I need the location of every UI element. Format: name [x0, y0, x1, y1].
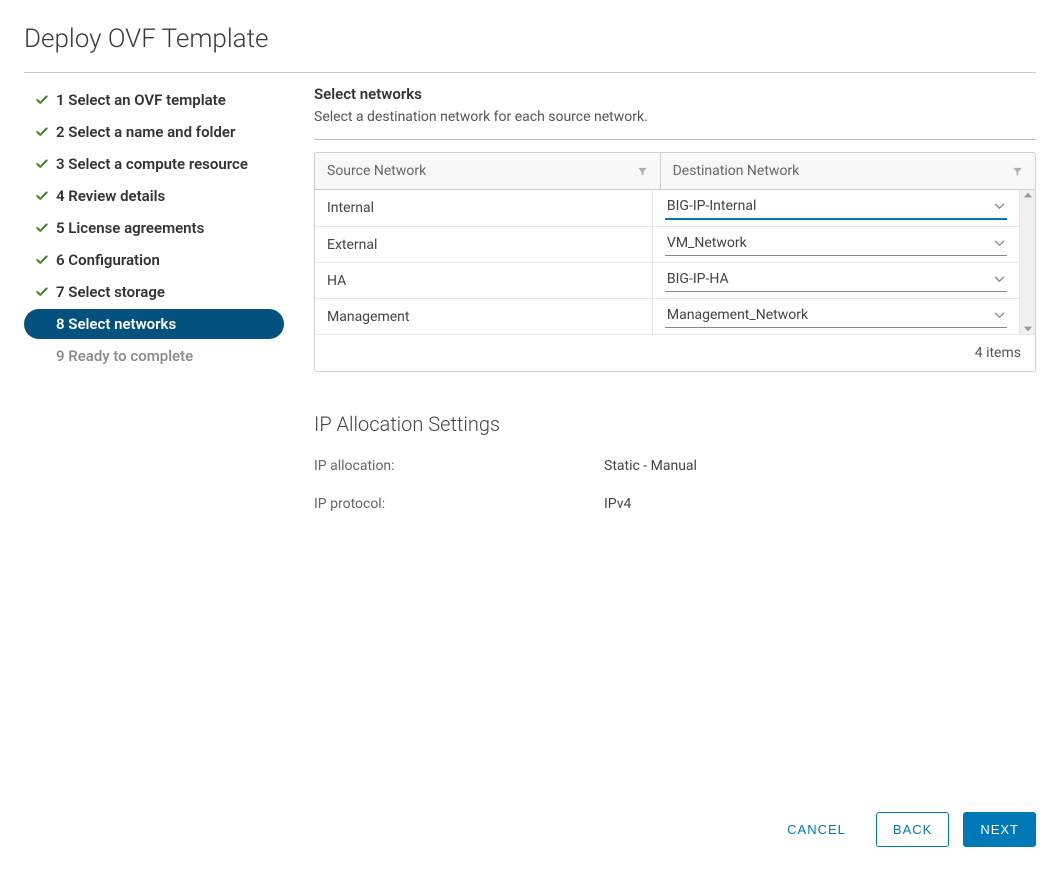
divider	[24, 72, 1036, 73]
source-network-cell: Internal	[315, 190, 653, 226]
ip-setting-value: IPv4	[604, 496, 631, 512]
back-button[interactable]: BACK	[876, 812, 949, 847]
step-label: 1 Select an OVF template	[56, 91, 226, 109]
destination-network-select[interactable]: BIG-IP-Internal	[665, 196, 1007, 220]
step-label: 4 Review details	[56, 187, 165, 205]
destination-network-cell: VM_Network	[653, 227, 1019, 262]
column-label: Destination Network	[673, 163, 800, 179]
select-value: VM_Network	[667, 235, 747, 251]
destination-network-select[interactable]: VM_Network	[665, 233, 1007, 256]
destination-network-select[interactable]: BIG-IP-HA	[665, 269, 1007, 292]
source-network-cell: HA	[315, 263, 653, 298]
step-label: 2 Select a name and folder	[56, 123, 235, 141]
divider	[314, 139, 1036, 140]
wizard-steps: 1 Select an OVF template 2 Select a name …	[24, 85, 284, 534]
source-network-cell: Management	[315, 299, 653, 334]
panel-description: Select a destination network for each so…	[314, 109, 1036, 125]
table-header: Source Network Destination Network	[315, 153, 1035, 190]
cancel-button[interactable]: CANCEL	[771, 813, 862, 846]
chevron-down-icon	[994, 276, 1005, 283]
step-label: 7 Select storage	[56, 283, 165, 301]
ip-setting-value: Static - Manual	[604, 458, 697, 474]
table-row: External VM_Network	[315, 227, 1019, 263]
check-icon	[32, 189, 52, 203]
ip-setting-row: IP allocation:Static - Manual	[314, 458, 1036, 474]
footer-buttons: CANCEL BACK NEXT	[771, 812, 1036, 847]
column-header-source: Source Network	[315, 153, 661, 189]
filter-icon[interactable]	[1012, 166, 1023, 177]
table-row: HA BIG-IP-HA	[315, 263, 1019, 299]
check-icon	[32, 125, 52, 139]
panel-title: Select networks	[314, 85, 1036, 103]
dialog-title: Deploy OVF Template	[24, 24, 1036, 54]
check-icon	[32, 157, 52, 171]
scroll-up-icon[interactable]	[1020, 190, 1035, 200]
networks-table: Source Network Destination Network Inter…	[314, 152, 1036, 372]
ip-setting-label: IP allocation:	[314, 458, 604, 474]
wizard-step-6[interactable]: 6 Configuration	[24, 245, 284, 275]
select-value: Management_Network	[667, 307, 808, 323]
wizard-step-4[interactable]: 4 Review details	[24, 181, 284, 211]
chevron-down-icon	[994, 240, 1005, 247]
ip-setting-label: IP protocol:	[314, 496, 604, 512]
check-icon	[32, 93, 52, 107]
chevron-down-icon	[994, 312, 1005, 319]
check-icon	[32, 285, 52, 299]
wizard-step-5[interactable]: 5 License agreements	[24, 213, 284, 243]
ip-settings-heading: IP Allocation Settings	[314, 412, 1036, 436]
step-label: 8 Select networks	[56, 315, 176, 333]
column-header-destination: Destination Network	[661, 153, 1035, 189]
destination-network-cell: BIG-IP-Internal	[653, 190, 1019, 226]
step-label: 6 Configuration	[56, 251, 160, 269]
table-row: Internal BIG-IP-Internal	[315, 190, 1019, 227]
table-item-count: 4 items	[975, 345, 1021, 361]
source-network-cell: External	[315, 227, 653, 262]
filter-icon[interactable]	[637, 166, 648, 177]
table-scrollbar[interactable]	[1019, 190, 1035, 334]
step-label: 3 Select a compute resource	[56, 155, 248, 173]
wizard-step-7[interactable]: 7 Select storage	[24, 277, 284, 307]
step-label: 9 Ready to complete	[56, 347, 193, 365]
wizard-step-2[interactable]: 2 Select a name and folder	[24, 117, 284, 147]
scroll-down-icon[interactable]	[1020, 324, 1035, 334]
select-value: BIG-IP-Internal	[667, 198, 756, 214]
check-icon	[32, 221, 52, 235]
step-label: 5 License agreements	[56, 219, 204, 237]
table-footer: 4 items	[315, 334, 1035, 371]
ip-setting-row: IP protocol:IPv4	[314, 496, 1036, 512]
table-row: Management Management_Network	[315, 299, 1019, 334]
chevron-down-icon	[994, 203, 1005, 210]
wizard-step-8[interactable]: 8 Select networks	[24, 309, 284, 339]
column-label: Source Network	[327, 163, 426, 179]
content-panel: Select networks Select a destination net…	[314, 85, 1036, 534]
check-icon	[32, 253, 52, 267]
destination-network-cell: Management_Network	[653, 299, 1019, 334]
destination-network-select[interactable]: Management_Network	[665, 305, 1007, 328]
next-button[interactable]: NEXT	[963, 812, 1036, 847]
wizard-step-9: 9 Ready to complete	[24, 341, 284, 371]
wizard-step-3[interactable]: 3 Select a compute resource	[24, 149, 284, 179]
select-value: BIG-IP-HA	[667, 271, 729, 287]
wizard-step-1[interactable]: 1 Select an OVF template	[24, 85, 284, 115]
destination-network-cell: BIG-IP-HA	[653, 263, 1019, 298]
